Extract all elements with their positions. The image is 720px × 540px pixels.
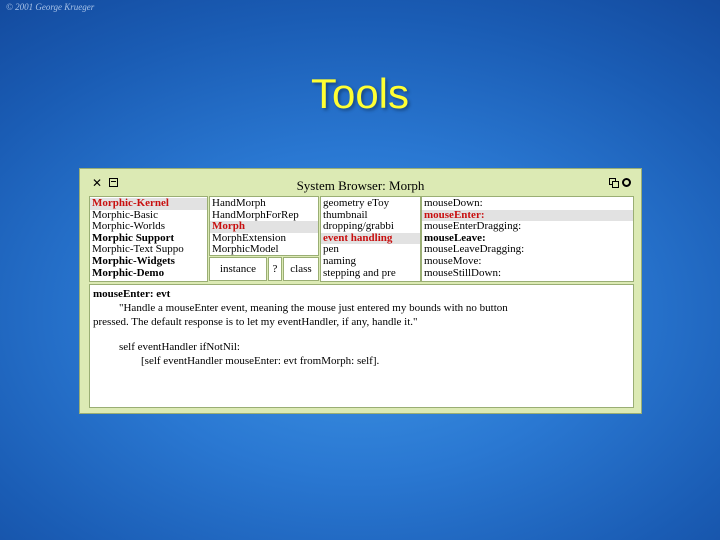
method-item[interactable]: mouseMove: bbox=[422, 256, 633, 268]
method-item[interactable]: mouseEnterDragging: bbox=[422, 221, 633, 233]
class-item[interactable]: Morph bbox=[210, 221, 318, 233]
class-list[interactable]: HandMorph HandMorphForRep Morph MorphExt… bbox=[209, 196, 319, 256]
method-item[interactable]: mouseDown: bbox=[422, 198, 633, 210]
method-item[interactable]: mouseStillDown: bbox=[422, 268, 633, 280]
expand-icon[interactable] bbox=[622, 178, 631, 187]
collapse-icon[interactable] bbox=[609, 178, 619, 188]
category-item[interactable]: Morphic-Worlds bbox=[90, 221, 207, 233]
class-button[interactable]: class bbox=[283, 257, 319, 281]
slide-title: Tools bbox=[310, 70, 410, 117]
instance-button[interactable]: instance bbox=[209, 257, 267, 281]
category-item[interactable]: Morphic-Demo bbox=[90, 268, 207, 280]
method-body-line-2: [self eventHandler mouseEnter: evt fromM… bbox=[141, 355, 380, 367]
class-item[interactable]: HandMorph bbox=[210, 198, 318, 210]
category-item[interactable]: Morphic-Widgets bbox=[90, 256, 207, 268]
method-item[interactable]: mouseLeaveDragging: bbox=[422, 244, 633, 256]
category-item[interactable]: Morphic-Text Suppo bbox=[90, 244, 207, 256]
copyright-notice: © 2001 George Krueger bbox=[6, 2, 95, 12]
method-comment-line-1: "Handle a mouseEnter event, meaning the … bbox=[119, 302, 508, 314]
category-list[interactable]: Morphic-Kernel Morphic-Basic Morphic-Wor… bbox=[89, 196, 208, 282]
method-body-line-1: self eventHandler ifNotNil: bbox=[119, 341, 240, 353]
protocol-item[interactable]: event handling bbox=[321, 232, 420, 245]
method-list[interactable]: mouseDown: mouseEnter: mouseEnterDraggin… bbox=[421, 196, 634, 282]
help-button[interactable]: ? bbox=[268, 257, 282, 281]
protocol-item[interactable]: geometry eToy bbox=[321, 198, 420, 210]
protocol-list[interactable]: geometry eToy thumbnail dropping/grabbi … bbox=[320, 196, 421, 282]
system-browser-window[interactable]: ✕ System Browser: Morph Morphic-Kernel M… bbox=[79, 168, 642, 414]
window-titlebar[interactable]: ✕ System Browser: Morph bbox=[80, 169, 641, 195]
class-item[interactable]: MorphExtension bbox=[210, 233, 318, 245]
method-signature: mouseEnter: evt bbox=[93, 288, 171, 300]
method-item[interactable]: mouseEnter: bbox=[422, 209, 633, 222]
protocol-item[interactable]: dropping/grabbi bbox=[321, 221, 420, 233]
method-comment-line-2: pressed. The default response is to let … bbox=[93, 316, 418, 328]
window-title: System Browser: Morph bbox=[296, 178, 425, 193]
protocol-item[interactable]: pen bbox=[321, 244, 420, 256]
class-item[interactable]: HandMorphForRep bbox=[210, 210, 318, 222]
class-item[interactable]: MorphicModel bbox=[210, 244, 318, 255]
protocol-item[interactable]: stepping and pre bbox=[321, 268, 420, 280]
category-item[interactable]: Morphic Support bbox=[90, 233, 207, 245]
protocol-item[interactable]: naming bbox=[321, 256, 420, 268]
code-editor[interactable]: mouseEnter: evt "Handle a mouseEnter eve… bbox=[89, 284, 634, 408]
method-item[interactable]: mouseLeave: bbox=[422, 233, 633, 245]
protocol-item[interactable]: thumbnail bbox=[321, 210, 420, 222]
category-item[interactable]: Morphic-Basic bbox=[90, 210, 207, 222]
category-item[interactable]: Morphic-Kernel bbox=[90, 198, 207, 210]
